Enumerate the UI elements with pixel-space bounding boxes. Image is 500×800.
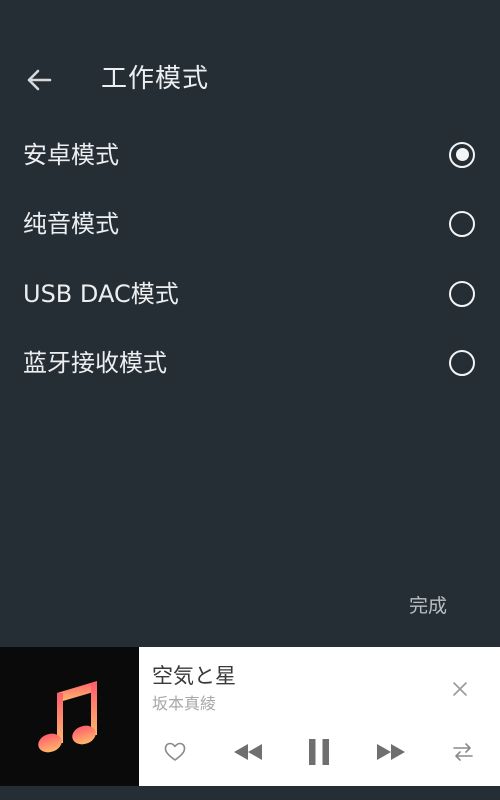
radio-unselected[interactable] (449, 350, 475, 377)
radio-selected[interactable] (449, 141, 475, 168)
previous-button[interactable] (228, 735, 268, 769)
radio-unselected[interactable] (449, 211, 475, 238)
album-art[interactable] (0, 647, 139, 786)
heart-icon (164, 742, 186, 761)
next-icon (377, 744, 405, 760)
radio-unselected[interactable] (449, 280, 475, 307)
mode-item-pure-audio[interactable]: 纯音模式 (0, 190, 500, 260)
close-icon (453, 682, 467, 696)
mode-label: 蓝牙接收模式 (23, 349, 167, 378)
radio-dot (455, 148, 469, 162)
pause-button[interactable] (300, 733, 338, 771)
page-title: 工作模式 (101, 64, 210, 94)
song-title: 空気と星 (152, 664, 236, 688)
back-button[interactable] (20, 61, 58, 99)
header-bar: 工作模式 (0, 45, 500, 111)
mode-item-usb-dac[interactable]: USB DAC模式 (0, 259, 500, 329)
work-mode-screen: 工作模式 安卓模式 纯音模式 USB DAC模式 蓝牙接收模式 完成 空気と星 … (0, 0, 500, 800)
mode-label: 纯音模式 (23, 210, 119, 239)
previous-icon (234, 744, 262, 760)
pause-icon (309, 739, 329, 765)
mode-item-bluetooth-receive[interactable]: 蓝牙接收模式 (0, 329, 500, 399)
repeat-icon (453, 743, 473, 761)
close-button[interactable] (444, 673, 476, 705)
mode-label: USB DAC模式 (23, 279, 179, 308)
done-button[interactable]: 完成 (409, 593, 447, 619)
repeat-button[interactable] (446, 735, 480, 769)
music-note-icon (37, 680, 97, 752)
mode-label: 安卓模式 (23, 140, 119, 169)
next-button[interactable] (371, 735, 411, 769)
mini-player[interactable]: 空気と星 坂本真綾 (0, 647, 500, 786)
favorite-button[interactable] (158, 735, 192, 769)
mode-list: 安卓模式 纯音模式 USB DAC模式 蓝牙接收模式 (0, 120, 500, 398)
mode-item-android[interactable]: 安卓模式 (0, 120, 500, 190)
bottom-strip (0, 786, 500, 800)
song-artist: 坂本真綾 (152, 694, 217, 713)
arrow-left-icon (27, 69, 52, 91)
